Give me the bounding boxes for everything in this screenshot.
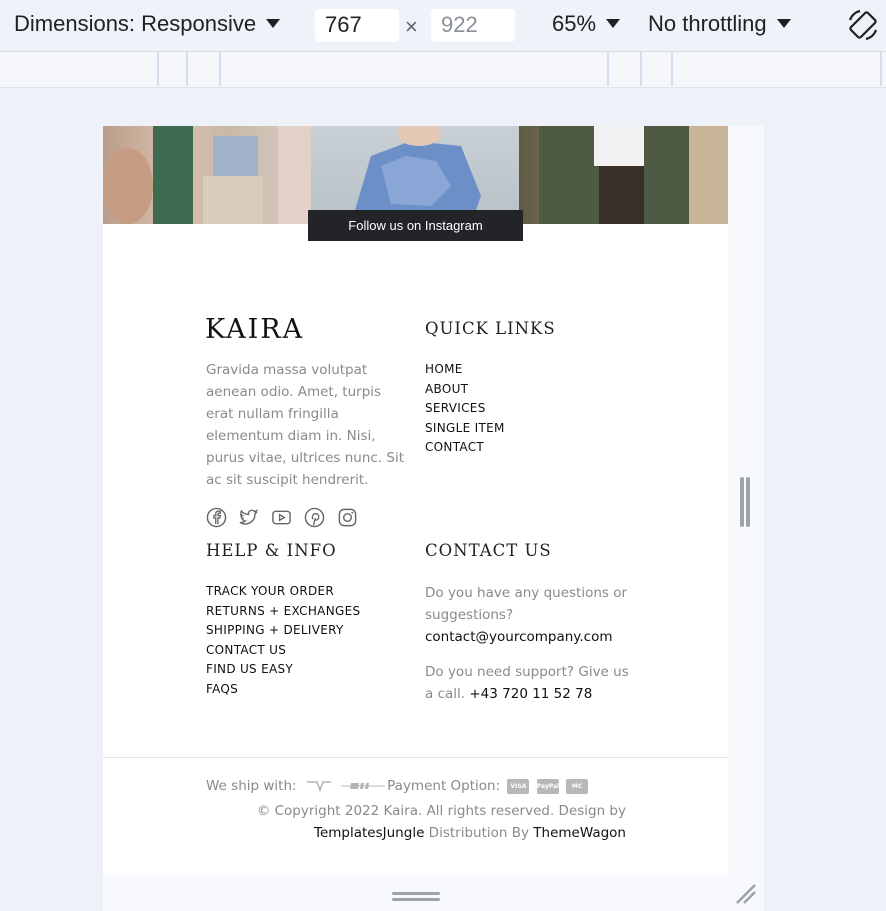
devtools-toolbar: Dimensions: Responsive 767 × 922 65% No … xyxy=(0,0,886,52)
pinterest-icon[interactable] xyxy=(304,507,325,528)
twitter-icon[interactable] xyxy=(238,507,259,528)
help-link-find-us[interactable]: FIND US EASY xyxy=(206,660,360,680)
copyright: © Copyright 2022 Kaira. All rights reser… xyxy=(206,800,626,844)
throttling-caret-icon xyxy=(776,18,791,28)
follow-instagram-button[interactable]: Follow us on Instagram xyxy=(308,210,523,241)
mastercard-icon: MC xyxy=(566,778,589,794)
quick-link-contact[interactable]: CONTACT xyxy=(425,438,505,458)
help-link-contact-us[interactable]: CONTACT US xyxy=(206,641,360,661)
ruler-mark[interactable] xyxy=(640,52,642,86)
brand-logo[interactable]: KAIRA xyxy=(205,314,304,345)
media-query-bar xyxy=(0,52,886,88)
instagram-photo[interactable] xyxy=(519,126,728,224)
ruler-mark[interactable] xyxy=(186,52,188,86)
rotate-icon[interactable] xyxy=(846,8,880,42)
facebook-icon[interactable] xyxy=(206,507,227,528)
payment-label: Payment Option: xyxy=(387,778,501,794)
youtube-icon[interactable] xyxy=(271,507,292,528)
themewagon-link[interactable]: ThemeWagon xyxy=(533,825,626,841)
contact-email-link[interactable]: contact@yourcompany.com xyxy=(425,629,613,645)
courier-logo-icon xyxy=(306,781,331,793)
ruler-mark[interactable] xyxy=(219,52,221,86)
quick-link-single-item[interactable]: SINGLE ITEM xyxy=(425,419,505,439)
ruler-mark[interactable] xyxy=(671,52,673,86)
ruler-mark[interactable] xyxy=(157,52,159,86)
help-link-shipping[interactable]: SHIPPING + DELIVERY xyxy=(206,621,360,641)
quick-link-about[interactable]: ABOUT xyxy=(425,380,505,400)
height-input[interactable]: 922 xyxy=(431,9,515,42)
contact-us-heading: CONTACT US xyxy=(425,541,552,560)
quick-links-list: HOME ABOUT SERVICES SINGLE ITEM CONTACT xyxy=(425,360,505,458)
contact-block: Do you have any questions or suggestions… xyxy=(425,582,635,718)
instagram-icon[interactable] xyxy=(337,507,358,528)
ruler-mark[interactable] xyxy=(880,52,882,86)
resize-handle-right[interactable] xyxy=(738,477,752,527)
help-link-track-order[interactable]: TRACK YOUR ORDER xyxy=(206,582,360,602)
ship-label: We ship with: xyxy=(206,778,297,794)
copyright-text: © Copyright 2022 Kaira. All rights reser… xyxy=(256,803,626,819)
throttling-dropdown[interactable]: No throttling xyxy=(648,11,791,37)
templatesjungle-link[interactable]: TemplatesJungle xyxy=(314,825,424,841)
dimensions-label: Dimensions: Responsive xyxy=(14,11,257,36)
contact-phone-link[interactable]: +43 720 11 52 78 xyxy=(469,686,592,702)
dhl-logo-icon xyxy=(341,783,386,789)
shipping-payment-row: We ship with: Payment Option: VISA PayPa… xyxy=(206,778,589,794)
visa-card-icon: VISA xyxy=(507,778,530,794)
throttling-label: No throttling xyxy=(648,11,767,36)
instagram-photo[interactable] xyxy=(103,126,311,224)
width-input[interactable]: 767 xyxy=(315,9,399,42)
contact-question: Do you have any questions or suggestions… xyxy=(425,585,628,623)
footer-divider xyxy=(103,757,728,758)
dimensions-caret-icon xyxy=(266,18,281,28)
paypal-card-icon: PayPal xyxy=(536,778,559,794)
zoom-label: 65% xyxy=(552,11,597,36)
help-info-heading: HELP & INFO xyxy=(206,541,337,560)
resize-handle-bottom[interactable] xyxy=(392,890,440,902)
about-text: Gravida massa volutpat aenean odio. Amet… xyxy=(206,362,404,488)
quick-link-services[interactable]: SERVICES xyxy=(425,399,505,419)
resize-corner-icon[interactable] xyxy=(734,882,758,906)
help-info-list: TRACK YOUR ORDER RETURNS + EXCHANGES SHI… xyxy=(206,582,360,699)
distribution-text: Distribution By xyxy=(428,825,529,841)
times-symbol: × xyxy=(405,14,418,39)
help-link-faqs[interactable]: FAQS xyxy=(206,680,360,700)
quick-link-home[interactable]: HOME xyxy=(425,360,505,380)
dimensions-dropdown[interactable]: Dimensions: Responsive xyxy=(14,11,281,37)
zoom-dropdown[interactable]: 65% xyxy=(552,11,621,37)
zoom-caret-icon xyxy=(606,18,621,28)
help-link-returns[interactable]: RETURNS + EXCHANGES xyxy=(206,602,360,622)
ruler-mark[interactable] xyxy=(607,52,609,86)
quick-links-heading: QUICK LINKS xyxy=(425,319,556,338)
emulated-viewport: Follow us on Instagram KAIRA Gravida mas… xyxy=(103,126,728,875)
